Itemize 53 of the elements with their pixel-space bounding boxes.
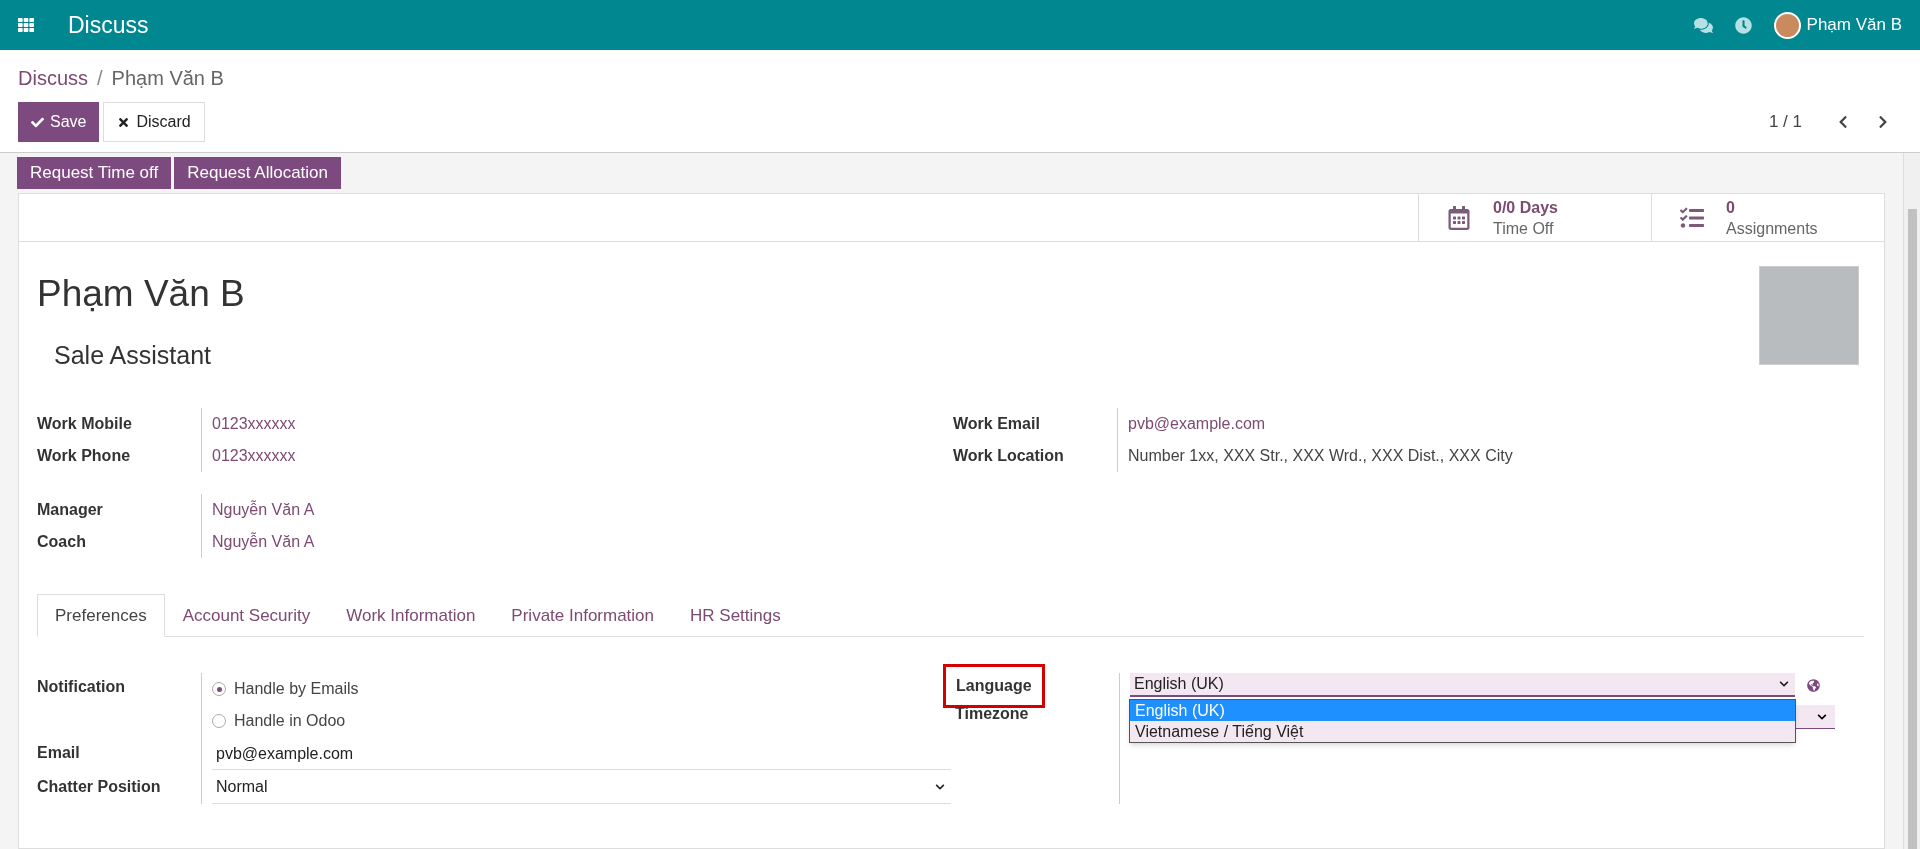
- breadcrumb-separator: /: [97, 66, 103, 91]
- chevron-down-icon: [935, 781, 945, 792]
- avatar-icon: [1773, 11, 1801, 39]
- chatter-select[interactable]: Normal: [212, 770, 951, 804]
- field-label: Work Mobile: [37, 414, 133, 434]
- dropdown-option[interactable]: Vietnamese / Tiếng Việt: [1130, 721, 1795, 742]
- tab[interactable]: Account Security: [164, 594, 329, 637]
- field-label: Chatter Position: [37, 777, 162, 797]
- field-label: Work Location: [953, 446, 1065, 466]
- list-icon: [1680, 205, 1704, 230]
- tab[interactable]: Private Information: [493, 594, 673, 637]
- discard-button[interactable]: Discard: [103, 102, 205, 142]
- field-value: Number 1xx, XXX Str., XXX Wrd., XXX Dist., XXX City: [1117, 440, 1513, 472]
- radio-option[interactable]: Handle in Odoo: [212, 705, 951, 737]
- field-label: Notification: [37, 677, 126, 697]
- email-input[interactable]: pvb@example.com: [212, 739, 951, 770]
- field-label: Manager: [37, 500, 104, 520]
- close-icon: [117, 115, 131, 129]
- field-value[interactable]: 0123xxxxxx: [201, 440, 296, 472]
- breadcrumb-item[interactable]: Discuss: [18, 63, 88, 93]
- tab[interactable]: Work Information: [328, 594, 494, 637]
- chevron-down-icon: [1779, 679, 1789, 689]
- field-label: Language: [943, 664, 1045, 708]
- calendar-icon: [1447, 205, 1471, 230]
- field-value[interactable]: 0123xxxxxx: [201, 408, 296, 440]
- chat-icon[interactable]: [1693, 15, 1713, 35]
- scrollbar[interactable]: [1903, 153, 1920, 849]
- pager-value: 1 / 1: [1768, 111, 1802, 134]
- breadcrumb-item: Phạm Văn B: [111, 66, 224, 91]
- action-button[interactable]: Request Time off: [17, 157, 172, 189]
- app-title[interactable]: Discuss: [68, 7, 149, 43]
- save-button[interactable]: Save: [18, 102, 100, 142]
- job-title: Sale Assistant: [54, 339, 213, 371]
- employee-name: Phạm Văn B: [37, 272, 245, 316]
- globe-icon[interactable]: [1807, 678, 1820, 692]
- action-button[interactable]: Request Allocation: [174, 157, 342, 189]
- chevron-down-icon: [1817, 711, 1827, 722]
- tab[interactable]: HR Settings: [672, 594, 799, 637]
- tab[interactable]: Preferences: [37, 594, 165, 637]
- field-label: Email: [37, 743, 81, 763]
- user-menu[interactable]: Phạm Văn B: [1773, 11, 1902, 39]
- stat-button[interactable]: 0 Assignments: [1651, 194, 1884, 241]
- field-value[interactable]: Nguyễn Văn A: [201, 494, 315, 526]
- field-label: Work Phone: [37, 446, 132, 466]
- field-value[interactable]: Nguyễn Văn A: [201, 526, 315, 558]
- field-label: Coach: [37, 532, 87, 552]
- clock-icon[interactable]: [1734, 16, 1752, 34]
- stat-button[interactable]: 0/0 Days Time Off: [1418, 194, 1651, 241]
- field-label: Work Email: [953, 414, 1041, 434]
- field-value[interactable]: pvb@example.com: [1117, 408, 1266, 440]
- check-icon: [31, 115, 44, 129]
- language-select[interactable]: English (UK): [1130, 673, 1795, 697]
- apps-menu-icon[interactable]: [18, 17, 34, 33]
